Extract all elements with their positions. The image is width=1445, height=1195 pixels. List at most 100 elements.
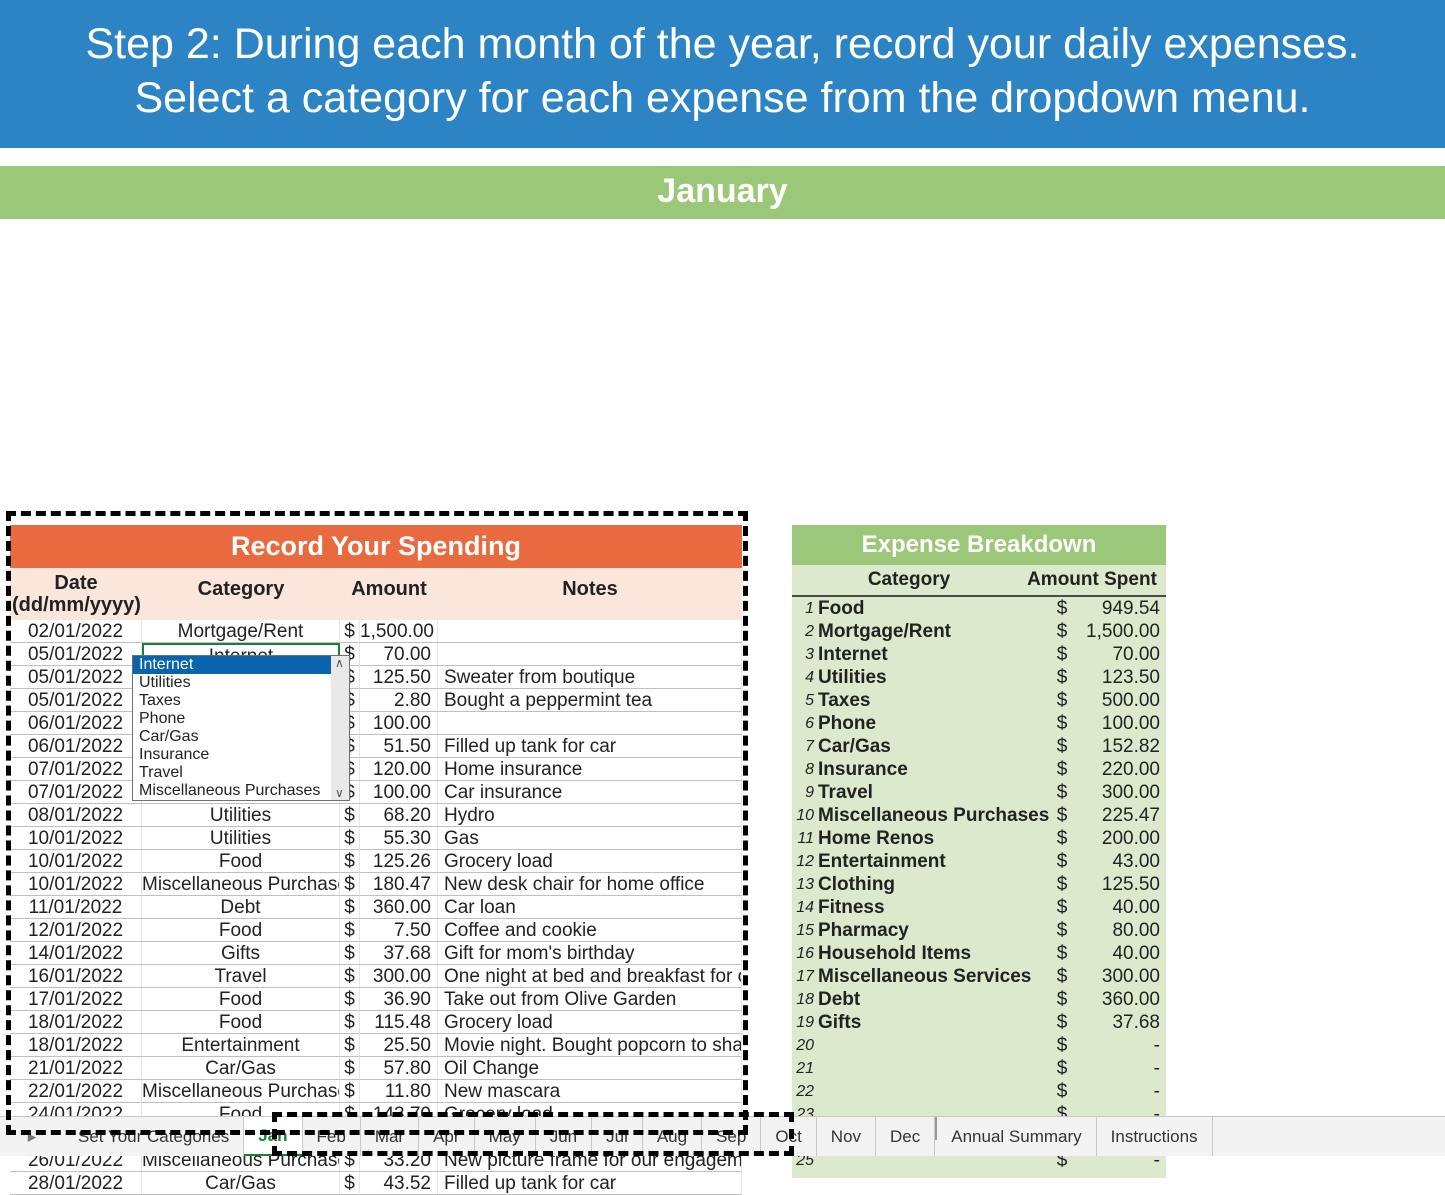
cell-date[interactable]: 08/01/2022 (10, 804, 142, 827)
sheet-tab[interactable]: Annual Summary (937, 1117, 1096, 1156)
cell-category[interactable]: Food (142, 988, 340, 1011)
table-row[interactable]: 18/01/2022 Food $ 115.48 Grocery load (10, 1011, 742, 1034)
cell-date[interactable]: 12/01/2022 (10, 919, 142, 942)
cell-category[interactable]: Miscellaneous Purchases (142, 1080, 340, 1103)
cell-amount[interactable]: 25.50 (360, 1034, 438, 1057)
cell-notes[interactable]: Coffee and cookie (438, 919, 742, 942)
cell-notes[interactable] (438, 620, 742, 643)
table-row[interactable]: 17/01/2022 Food $ 36.90 Take out from Ol… (10, 988, 742, 1011)
cell-amount[interactable]: 125.26 (360, 850, 438, 873)
table-row[interactable]: 07/01/2022 Insurance $ 120.00 Home insur… (10, 758, 742, 781)
cell-amount[interactable]: 57.80 (360, 1057, 438, 1080)
sheet-tab[interactable]: Feb (303, 1117, 361, 1156)
table-row[interactable]: 21/01/2022 Car/Gas $ 57.80 Oil Change (10, 1057, 742, 1080)
sheet-tab[interactable]: Dec (876, 1117, 935, 1156)
cell-notes[interactable]: Bought a peppermint tea (438, 689, 742, 712)
sheet-tab[interactable]: Mar (361, 1117, 419, 1156)
cell-category[interactable]: Car/Gas (142, 1172, 340, 1195)
cell-amount[interactable]: 100.00 (360, 781, 438, 804)
table-row[interactable]: 28/01/2022 Car/Gas $ 43.52 Filled up tan… (10, 1172, 742, 1195)
cell-date[interactable]: 06/01/2022 (10, 712, 142, 735)
cell-notes[interactable]: Home insurance (438, 758, 742, 781)
cell-notes[interactable]: Car insurance (438, 781, 742, 804)
sheet-tab[interactable]: Sep (702, 1117, 761, 1156)
cell-date[interactable]: 07/01/2022 (10, 781, 142, 804)
cell-date[interactable]: 05/01/2022 (10, 643, 142, 666)
dropdown-option[interactable]: Internet (133, 656, 349, 674)
cell-category[interactable]: Entertainment (142, 1034, 340, 1057)
sheet-tab[interactable]: May (475, 1117, 536, 1156)
cell-notes[interactable]: Grocery load (438, 850, 742, 873)
cell-amount[interactable]: 300.00 (360, 965, 438, 988)
cell-notes[interactable]: Car loan (438, 896, 742, 919)
dropdown-option[interactable]: Travel (133, 764, 349, 782)
cell-date[interactable]: 10/01/2022 (10, 873, 142, 896)
cell-amount[interactable]: 68.20 (360, 804, 438, 827)
table-row[interactable]: 10/01/2022 Food $ 125.26 Grocery load (10, 850, 742, 873)
cell-notes[interactable]: Gift for mom's birthday (438, 942, 742, 965)
cell-amount[interactable]: 115.48 (360, 1011, 438, 1034)
table-row[interactable]: 07/01/2022 Insurance $ 100.00 Car insura… (10, 781, 742, 804)
dropdown-option[interactable]: Miscellaneous Purchases (133, 782, 349, 800)
table-row[interactable]: 12/01/2022 Food $ 7.50 Coffee and cookie (10, 919, 742, 942)
cell-date[interactable]: 11/01/2022 (10, 896, 142, 919)
table-row[interactable]: 11/01/2022 Debt $ 360.00 Car loan (10, 896, 742, 919)
tab-nav-icon[interactable]: ▸ (0, 1127, 64, 1147)
table-row[interactable]: 14/01/2022 Gifts $ 37.68 Gift for mom's … (10, 942, 742, 965)
cell-notes[interactable]: Movie night. Bought popcorn to share (438, 1034, 742, 1057)
cell-date[interactable]: 05/01/2022 (10, 689, 142, 712)
cell-date[interactable]: 14/01/2022 (10, 942, 142, 965)
table-row[interactable]: 10/01/2022 Miscellaneous Purchases $ 180… (10, 873, 742, 896)
cell-notes[interactable]: Oil Change (438, 1057, 742, 1080)
cell-date[interactable]: 10/01/2022 (10, 827, 142, 850)
cell-category[interactable]: Mortgage/Rent (142, 620, 340, 643)
dropdown-scrollbar[interactable] (331, 656, 349, 800)
dropdown-option[interactable]: Insurance (133, 746, 349, 764)
cell-amount[interactable]: 360.00 (360, 896, 438, 919)
cell-date[interactable]: 28/01/2022 (10, 1172, 142, 1195)
cell-category[interactable]: Car/Gas (142, 1057, 340, 1080)
cell-date[interactable]: 18/01/2022 (10, 1011, 142, 1034)
table-row[interactable]: 02/01/2022 Mortgage/Rent $ 1,500.00 (10, 620, 742, 643)
cell-amount[interactable]: 70.00 (360, 643, 438, 666)
table-row[interactable]: 05/01/2022 Internet▾ $ 70.00 (10, 643, 742, 666)
cell-date[interactable]: 05/01/2022 (10, 666, 142, 689)
cell-category[interactable]: Utilities (142, 804, 340, 827)
table-row[interactable]: 08/01/2022 Utilities $ 68.20 Hydro (10, 804, 742, 827)
cell-date[interactable]: 16/01/2022 (10, 965, 142, 988)
cell-amount[interactable]: 36.90 (360, 988, 438, 1011)
cell-notes[interactable]: One night at bed and breakfast for our w (438, 965, 742, 988)
cell-amount[interactable]: 1,500.00 (360, 620, 438, 643)
category-dropdown-list[interactable]: InternetUtilitiesTaxesPhoneCar/GasInsura… (132, 655, 350, 801)
cell-category[interactable]: Food (142, 1011, 340, 1034)
table-row[interactable]: 22/01/2022 Miscellaneous Purchases $ 11.… (10, 1080, 742, 1103)
table-row[interactable]: 06/01/2022 $ 100.00 (10, 712, 742, 735)
sheet-tab[interactable]: Jan (244, 1117, 302, 1156)
cell-category[interactable]: Travel (142, 965, 340, 988)
cell-date[interactable]: 17/01/2022 (10, 988, 142, 1011)
cell-notes[interactable] (438, 712, 742, 735)
cell-category[interactable]: Utilities (142, 827, 340, 850)
sheet-tab[interactable]: Instructions (1097, 1117, 1213, 1156)
sheet-tab[interactable]: Apr (419, 1117, 474, 1156)
cell-amount[interactable]: 100.00 (360, 712, 438, 735)
cell-amount[interactable]: 125.50 (360, 666, 438, 689)
cell-notes[interactable]: Take out from Olive Garden (438, 988, 742, 1011)
cell-category[interactable]: Gifts (142, 942, 340, 965)
cell-notes[interactable]: New mascara (438, 1080, 742, 1103)
cell-date[interactable]: 21/01/2022 (10, 1057, 142, 1080)
sheet-tab[interactable]: Jun (536, 1117, 592, 1156)
cell-date[interactable]: 07/01/2022 (10, 758, 142, 781)
cell-date[interactable]: 02/01/2022 (10, 620, 142, 643)
table-row[interactable]: 18/01/2022 Entertainment $ 25.50 Movie n… (10, 1034, 742, 1057)
table-row[interactable]: 05/01/2022 $ 125.50 Sweater from boutiqu… (10, 666, 742, 689)
cell-category[interactable]: Debt (142, 896, 340, 919)
cell-category[interactable]: Food (142, 850, 340, 873)
sheet-tab[interactable]: Jul (592, 1117, 643, 1156)
sheet-tab[interactable]: Nov (817, 1117, 876, 1156)
table-row[interactable]: 10/01/2022 Utilities $ 55.30 Gas (10, 827, 742, 850)
cell-amount[interactable]: 7.50 (360, 919, 438, 942)
cell-date[interactable]: 06/01/2022 (10, 735, 142, 758)
dropdown-option[interactable]: Taxes (133, 692, 349, 710)
sheet-tab[interactable]: Aug (643, 1117, 702, 1156)
